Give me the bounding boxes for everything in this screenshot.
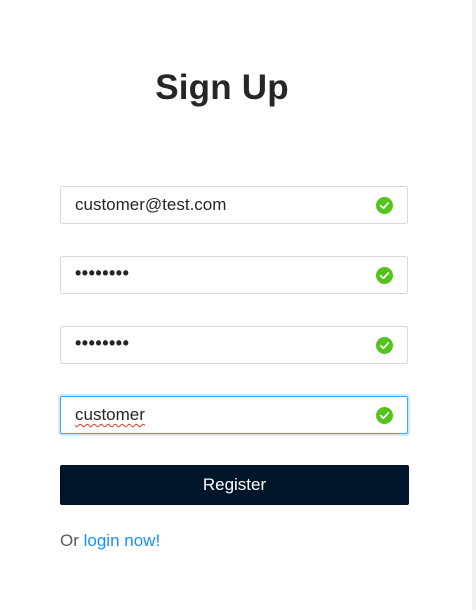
username-field[interactable]: customer (60, 396, 408, 434)
confirm-password-field-value: •••••••• (75, 333, 130, 353)
password-field-value: •••••••• (75, 263, 130, 283)
register-button[interactable]: Register (60, 465, 409, 505)
email-field-value: customer@test.com (75, 195, 227, 214)
check-circle-icon (376, 337, 393, 354)
page-title: Sign Up (155, 68, 289, 107)
login-prefix: Or (60, 531, 79, 550)
username-field-value: customer (75, 405, 145, 424)
check-circle-icon (376, 267, 393, 284)
login-prompt: Or login now! (60, 531, 160, 551)
page-edge (472, 0, 476, 610)
check-circle-icon (376, 197, 393, 214)
login-link[interactable]: login now! (84, 531, 161, 550)
email-field[interactable]: customer@test.com (60, 186, 408, 224)
password-field[interactable]: •••••••• (60, 256, 408, 294)
check-circle-icon (376, 407, 393, 424)
confirm-password-field[interactable]: •••••••• (60, 326, 408, 364)
